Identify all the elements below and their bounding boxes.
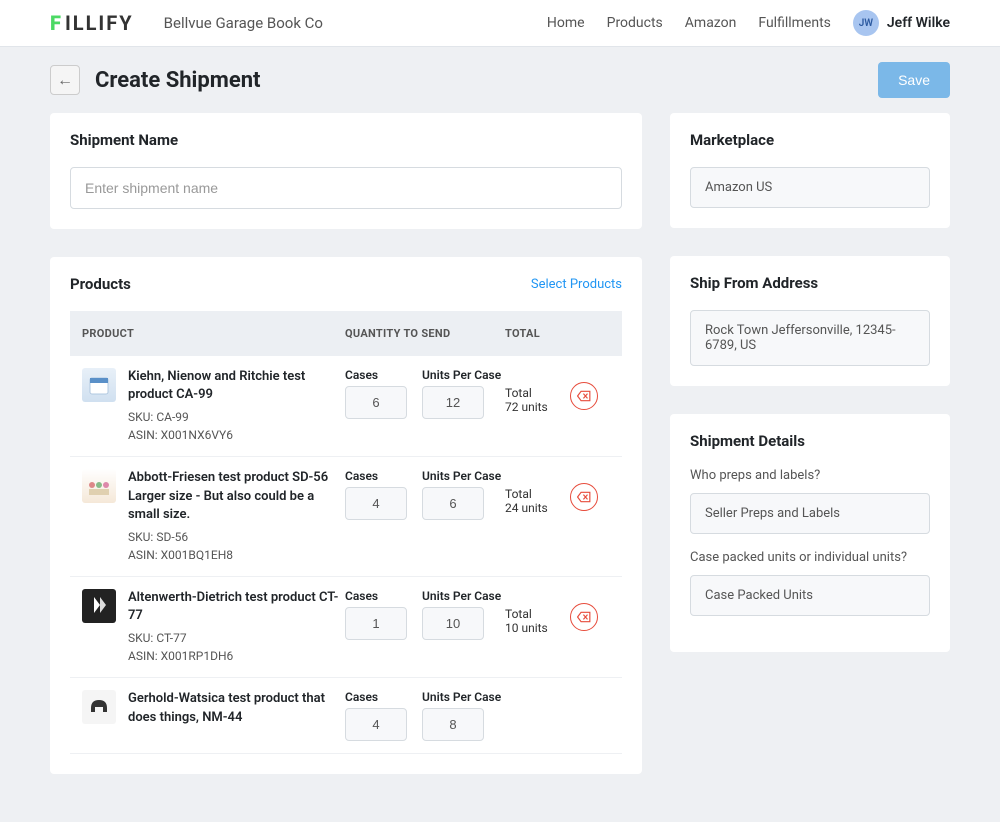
cases-label: Cases xyxy=(345,469,407,483)
total-label: Total xyxy=(505,386,570,400)
col-header-product: PRODUCT xyxy=(82,327,345,340)
delete-product-button[interactable] xyxy=(570,483,598,511)
units-per-case-input[interactable] xyxy=(422,607,484,640)
shipment-details-card: Shipment Details Who preps and labels? S… xyxy=(670,414,950,652)
total-value: 10 units xyxy=(505,621,570,635)
product-thumbnail xyxy=(82,368,116,402)
preps-label: Who preps and labels? xyxy=(690,468,930,483)
user-menu[interactable]: JW Jeff Wilke xyxy=(853,10,950,36)
shipment-name-input[interactable] xyxy=(70,167,622,209)
shipment-name-heading: Shipment Name xyxy=(50,113,642,167)
col-header-total: TOTAL xyxy=(505,327,610,340)
product-name: Abbott-Friesen test product SD-56 Larger… xyxy=(128,469,345,524)
product-thumbnail xyxy=(82,589,116,623)
nav-products[interactable]: Products xyxy=(607,15,663,31)
product-row: Kiehn, Nienow and Ritchie test product C… xyxy=(70,356,622,457)
delete-product-button[interactable] xyxy=(570,382,598,410)
shipment-name-card: Shipment Name xyxy=(50,113,642,229)
preps-select[interactable]: Seller Preps and Labels xyxy=(690,493,930,534)
arrow-left-icon: ← xyxy=(57,70,73,90)
nav-fulfillments[interactable]: Fulfillments xyxy=(758,15,831,31)
select-products-link[interactable]: Select Products xyxy=(531,277,622,292)
header-left: FILLIFY Bellvue Garage Book Co xyxy=(50,11,323,35)
units-per-case-label: Units Per Case xyxy=(422,589,501,603)
avatar: JW xyxy=(853,10,879,36)
marketplace-card: Marketplace Amazon US xyxy=(670,113,950,228)
app-header: FILLIFY Bellvue Garage Book Co Home Prod… xyxy=(0,0,1000,47)
cases-input[interactable] xyxy=(345,487,407,520)
title-left: ← Create Shipment xyxy=(50,65,260,95)
nav-home[interactable]: Home xyxy=(547,15,585,31)
delete-icon xyxy=(577,390,591,402)
total-value: 24 units xyxy=(505,501,570,515)
ship-from-select[interactable]: Rock Town Jeffersonville, 12345-6789, US xyxy=(690,310,930,366)
ship-from-heading: Ship From Address xyxy=(670,256,950,310)
nav-amazon[interactable]: Amazon xyxy=(685,15,737,31)
cases-input[interactable] xyxy=(345,607,407,640)
product-asin: ASIN: X001BQ1EH8 xyxy=(128,546,345,564)
header-right: Home Products Amazon Fulfillments JW Jef… xyxy=(547,10,950,36)
products-heading: Products xyxy=(70,275,131,293)
product-row: Abbott-Friesen test product SD-56 Larger… xyxy=(70,457,622,577)
product-thumbnail xyxy=(82,469,116,503)
main-column: Shipment Name Products Select Products P… xyxy=(50,113,642,802)
packed-select[interactable]: Case Packed Units xyxy=(690,575,930,616)
back-button[interactable]: ← xyxy=(50,65,80,95)
content: Shipment Name Products Select Products P… xyxy=(0,113,1000,822)
packed-label: Case packed units or individual units? xyxy=(690,550,930,565)
units-per-case-input[interactable] xyxy=(422,386,484,419)
product-sku: SKU: CT-77 xyxy=(128,629,345,647)
total-label: Total xyxy=(505,607,570,621)
units-per-case-input[interactable] xyxy=(422,487,484,520)
product-row: Gerhold-Watsica test product that does t… xyxy=(70,678,622,754)
logo[interactable]: FILLIFY xyxy=(50,11,134,35)
product-row: Altenwerth-Dietrich test product CT-77 S… xyxy=(70,577,622,678)
products-table-header: PRODUCT QUANTITY TO SEND TOTAL xyxy=(70,311,622,356)
marketplace-heading: Marketplace xyxy=(670,113,950,167)
cases-label: Cases xyxy=(345,690,407,704)
units-per-case-input[interactable] xyxy=(422,708,484,741)
products-card: Products Select Products PRODUCT QUANTIT… xyxy=(50,257,642,774)
product-name: Gerhold-Watsica test product that does t… xyxy=(128,690,345,726)
logo-icon: F xyxy=(50,11,63,35)
product-name: Kiehn, Nienow and Ritchie test product C… xyxy=(128,368,345,404)
product-asin: ASIN: X001NX6VY6 xyxy=(128,426,345,444)
delete-product-button[interactable] xyxy=(570,603,598,631)
total-label: Total xyxy=(505,487,570,501)
units-per-case-label: Units Per Case xyxy=(422,690,501,704)
shipment-details-heading: Shipment Details xyxy=(670,414,950,468)
product-name: Altenwerth-Dietrich test product CT-77 xyxy=(128,589,345,625)
cases-input[interactable] xyxy=(345,708,407,741)
logo-text: ILLIFY xyxy=(65,11,134,35)
col-header-qty: QUANTITY TO SEND xyxy=(345,327,505,340)
product-thumbnail xyxy=(82,690,116,724)
page-title: Create Shipment xyxy=(95,68,260,93)
ship-from-card: Ship From Address Rock Town Jeffersonvil… xyxy=(670,256,950,386)
units-per-case-label: Units Per Case xyxy=(422,368,501,382)
cases-input[interactable] xyxy=(345,386,407,419)
total-value: 72 units xyxy=(505,400,570,414)
user-name: Jeff Wilke xyxy=(887,15,950,31)
org-name: Bellvue Garage Book Co xyxy=(164,14,323,32)
delete-icon xyxy=(577,611,591,623)
marketplace-select[interactable]: Amazon US xyxy=(690,167,930,208)
product-sku: SKU: CA-99 xyxy=(128,408,345,426)
save-button[interactable]: Save xyxy=(878,62,950,98)
delete-icon xyxy=(577,491,591,503)
units-per-case-label: Units Per Case xyxy=(422,469,501,483)
title-bar: ← Create Shipment Save xyxy=(0,47,1000,113)
cases-label: Cases xyxy=(345,368,407,382)
product-sku: SKU: SD-56 xyxy=(128,528,345,546)
side-column: Marketplace Amazon US Ship From Address … xyxy=(670,113,950,802)
cases-label: Cases xyxy=(345,589,407,603)
